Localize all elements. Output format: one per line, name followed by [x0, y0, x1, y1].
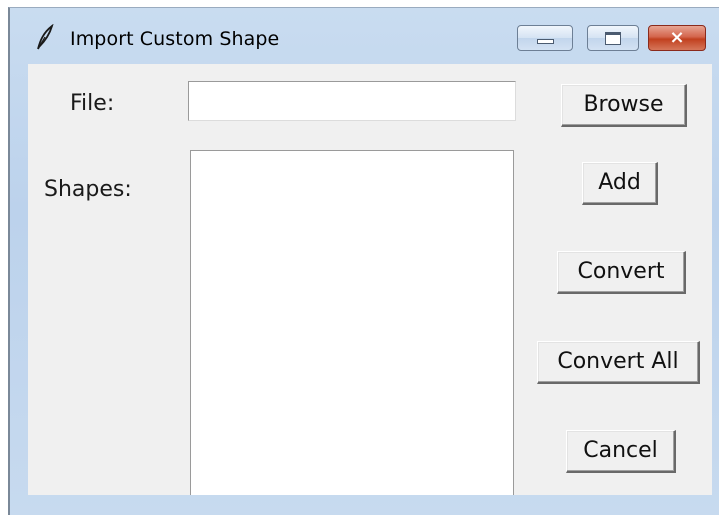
add-button[interactable]: Add [582, 162, 658, 205]
feather-icon [37, 24, 54, 50]
dialog-body: File: Shapes: Browse Add Convert Convert… [28, 64, 712, 495]
import-custom-shape-window: Import Custom Shape × File: Shapes: Brow… [8, 7, 719, 515]
maximize-button[interactable] [587, 25, 639, 51]
window-title: Import Custom Shape [70, 28, 280, 50]
file-input[interactable] [188, 81, 516, 121]
maximize-icon [605, 32, 621, 45]
convert-button[interactable]: Convert [557, 251, 686, 294]
shapes-label: Shapes: [44, 177, 132, 202]
title-bar[interactable]: Import Custom Shape × [10, 8, 719, 64]
file-label: File: [70, 91, 115, 116]
browse-button[interactable]: Browse [561, 84, 687, 127]
close-icon: × [669, 27, 685, 48]
minimize-button[interactable] [517, 25, 573, 51]
cancel-button[interactable]: Cancel [566, 430, 676, 473]
close-button[interactable]: × [648, 25, 706, 51]
minimize-icon [537, 39, 554, 44]
shapes-listbox[interactable] [190, 150, 514, 495]
convert-all-button[interactable]: Convert All [537, 341, 700, 384]
